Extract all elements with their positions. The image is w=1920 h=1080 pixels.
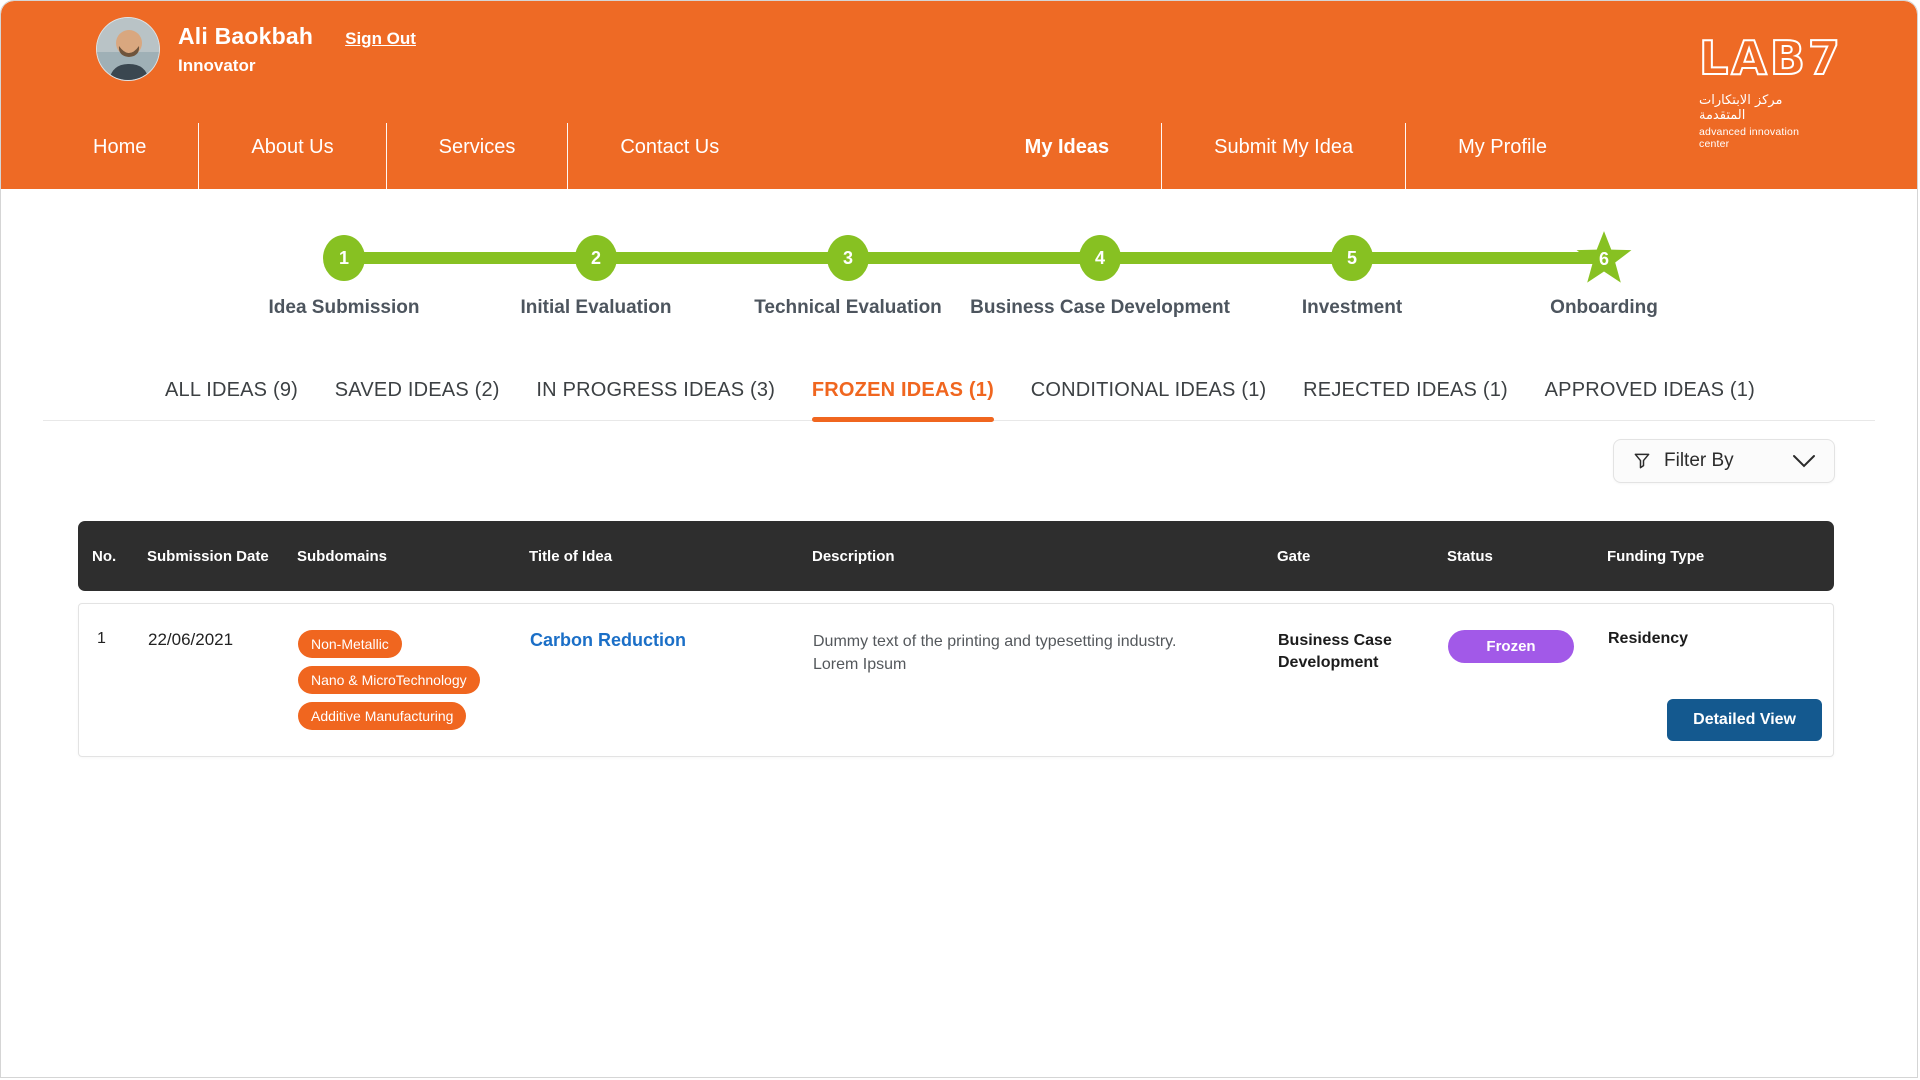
step-6-star-icon: 6 (1575, 230, 1633, 286)
lab7-logo-arabic: مركز الابتكارات المتقدمة (1699, 93, 1831, 123)
col-funding-type: Funding Type (1607, 548, 1834, 565)
user-role: Innovator (178, 56, 416, 76)
col-gate: Gate (1277, 548, 1447, 565)
col-no: No. (92, 548, 147, 565)
tab-approved-ideas[interactable]: APPROVED IDEAS (1) (1545, 379, 1755, 420)
step-3-circle: 3 (827, 235, 869, 281)
col-description: Description (812, 548, 1277, 565)
row-gate: Business Case Development (1278, 630, 1408, 738)
lab7-logo-subtitle: advanced innovation center (1699, 126, 1831, 150)
subdomain-tag: Additive Manufacturing (298, 702, 466, 730)
sign-out-link[interactable]: Sign Out (345, 29, 416, 49)
step-4-circle: 4 (1079, 235, 1121, 281)
nav-item-contact-us[interactable]: Contact Us (568, 136, 771, 189)
nav-item-my-ideas[interactable]: My Ideas (973, 136, 1161, 189)
nav-item-about-us[interactable]: About Us (199, 136, 385, 189)
lab7-logo: LAB7 مركز الابتكارات المتقدمة advanced i… (1699, 35, 1831, 150)
progress-stepper: 1 Idea Submission 2 Initial Evaluation 3… (218, 235, 1730, 319)
idea-title-link[interactable]: Carbon Reduction (530, 630, 813, 738)
step-initial-evaluation: 2 Initial Evaluation (470, 235, 722, 319)
step-business-case-development: 4 Business Case Development (974, 235, 1226, 319)
nav-item-my-profile[interactable]: My Profile (1406, 136, 1599, 189)
subdomain-tag: Non-Metallic (298, 630, 402, 658)
row-description: Dummy text of the printing and typesetti… (813, 630, 1278, 738)
nav-item-services[interactable]: Services (387, 136, 568, 189)
tab-all-ideas[interactable]: ALL IDEAS (9) (165, 379, 298, 420)
tab-rejected-ideas[interactable]: REJECTED IDEAS (1) (1303, 379, 1508, 420)
col-subdomains: Subdomains (297, 548, 529, 565)
row-submission-date: 22/06/2021 (148, 630, 298, 738)
step-investment: 5 Investment (1226, 235, 1478, 319)
page-frame: Ali Baokbah Sign Out Innovator Home Abou… (0, 0, 1918, 1078)
step-2-circle: 2 (575, 235, 617, 281)
row-subdomains: Non-Metallic Nano & MicroTechnology Addi… (298, 630, 530, 738)
row-number: 1 (93, 630, 148, 738)
filter-row: Filter By (1, 439, 1835, 483)
nav-item-home[interactable]: Home (41, 136, 198, 189)
ideas-table: No. Submission Date Subdomains Title of … (78, 521, 1834, 757)
app-header: Ali Baokbah Sign Out Innovator Home Abou… (1, 1, 1917, 189)
user-name: Ali Baokbah (178, 23, 313, 50)
tab-in-progress-ideas[interactable]: IN PROGRESS IDEAS (3) (536, 379, 775, 420)
step-technical-evaluation: 3 Technical Evaluation (722, 235, 974, 319)
nav-right-group: My Ideas Submit My Idea My Profile (973, 123, 1599, 189)
row-status: Frozen (1448, 630, 1608, 738)
status-badge-frozen: Frozen (1448, 630, 1574, 663)
filter-by-label: Filter By (1664, 450, 1734, 472)
step-1-circle: 1 (323, 235, 365, 281)
tab-frozen-ideas[interactable]: FROZEN IDEAS (1) (812, 379, 994, 420)
detailed-view-button[interactable]: Detailed View (1667, 699, 1822, 741)
main-nav: Home About Us Services Contact Us My Ide… (1, 97, 1917, 189)
col-title-of-idea: Title of Idea (529, 548, 812, 565)
tabs-bar: ALL IDEAS (9) SAVED IDEAS (2) IN PROGRES… (43, 379, 1875, 421)
tab-conditional-ideas[interactable]: CONDITIONAL IDEAS (1) (1031, 379, 1267, 420)
lab7-logo-text: LAB7 (1699, 35, 1831, 81)
header-top: Ali Baokbah Sign Out Innovator (1, 1, 1917, 97)
subdomain-tag: Nano & MicroTechnology (298, 666, 480, 694)
table-header: No. Submission Date Subdomains Title of … (78, 521, 1834, 591)
avatar[interactable] (96, 17, 160, 81)
chevron-down-icon (1792, 454, 1816, 468)
step-onboarding: 6 Onboarding (1478, 235, 1730, 319)
col-submission-date: Submission Date (147, 548, 297, 565)
tab-saved-ideas[interactable]: SAVED IDEAS (2) (335, 379, 500, 420)
nav-item-submit-my-idea[interactable]: Submit My Idea (1162, 136, 1405, 189)
col-status: Status (1447, 548, 1607, 565)
step-5-circle: 5 (1331, 235, 1373, 281)
user-block: Ali Baokbah Sign Out Innovator (178, 23, 416, 76)
step-idea-submission: 1 Idea Submission (218, 235, 470, 319)
filter-by-dropdown[interactable]: Filter By (1613, 439, 1835, 483)
filter-funnel-icon (1632, 451, 1652, 471)
table-row: 1 22/06/2021 Non-Metallic Nano & MicroTe… (78, 603, 1834, 757)
avatar-photo (97, 18, 160, 81)
